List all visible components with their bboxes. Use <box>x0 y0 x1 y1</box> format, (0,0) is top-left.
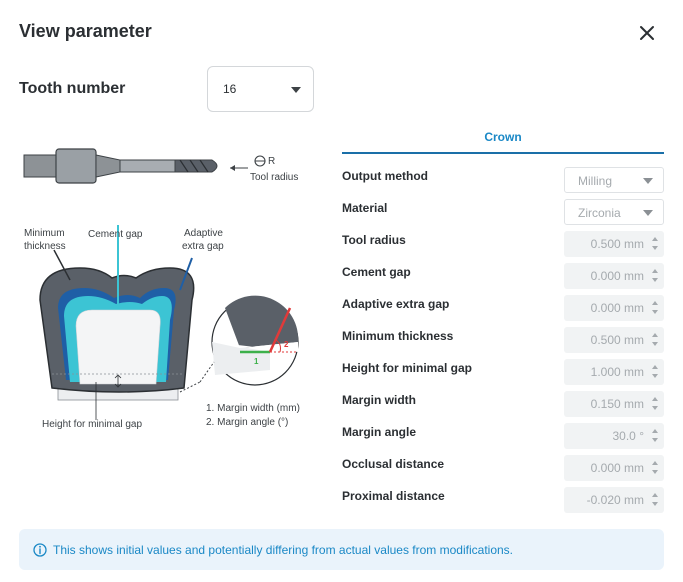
tool-radius-label: Tool radius <box>342 233 406 247</box>
margin-angle-value: 30.0 ° <box>612 429 645 443</box>
detail-label-1: 1 <box>254 357 259 366</box>
dialog-title: View parameter <box>19 21 152 41</box>
height-minimal-gap-label: Height for minimal gap <box>342 361 473 375</box>
tooth-number-select[interactable]: 16 <box>207 66 314 112</box>
tooth-number-label: Tooth number <box>19 80 126 97</box>
cement-gap-label: Cement gap <box>342 265 411 279</box>
min-thickness-caption-1: Minimum <box>24 228 65 239</box>
spin-up-icon[interactable] <box>652 333 658 337</box>
occlusal-distance-input[interactable]: 0.000 mm <box>564 455 664 481</box>
output-method-value: Milling <box>578 174 613 188</box>
info-banner: This shows initial values and potentiall… <box>19 529 664 570</box>
milling-tool-icon <box>23 148 266 184</box>
spin-down-icon[interactable] <box>652 310 658 314</box>
chevron-down-icon <box>643 210 653 216</box>
spin-up-icon[interactable] <box>652 237 658 241</box>
adaptive-extra-gap-input[interactable]: 0.000 mm <box>564 295 664 321</box>
adaptive-gap-caption-2: extra gap <box>182 241 224 252</box>
height-minimal-gap-input[interactable]: 1.000 mm <box>564 359 664 385</box>
param-row-margin-width: Margin width 0.150 mm <box>342 391 664 417</box>
height-minimal-gap-value: 1.000 mm <box>590 365 644 379</box>
output-method-label: Output method <box>342 169 428 183</box>
adaptive-gap-caption-1: Adaptive <box>184 228 223 239</box>
minimum-thickness-value: 0.500 mm <box>590 333 644 347</box>
close-button[interactable] <box>636 22 658 44</box>
tool-radius-symbol: R <box>268 156 276 167</box>
spin-down-icon[interactable] <box>652 278 658 282</box>
occlusal-distance-value: 0.000 mm <box>590 461 644 475</box>
tab-crown[interactable]: Crown <box>342 122 664 154</box>
spin-down-icon[interactable] <box>652 502 658 506</box>
margin-detail-icon <box>179 295 299 393</box>
spin-up-icon[interactable] <box>652 269 658 273</box>
tool-radius-value: 0.500 mm <box>590 237 644 251</box>
param-row-proximal-distance: Proximal distance -0.020 mm <box>342 487 664 513</box>
adaptive-extra-gap-value: 0.000 mm <box>590 301 644 315</box>
spin-up-icon[interactable] <box>652 397 658 401</box>
material-label: Material <box>342 201 388 215</box>
spin-up-icon[interactable] <box>652 301 658 305</box>
proximal-distance-value: -0.020 mm <box>586 493 644 507</box>
tool-radius-caption: Tool radius <box>250 172 299 183</box>
param-row-height-minimal-gap: Height for minimal gap 1.000 mm <box>342 359 664 385</box>
margin-width-note: 1. Margin width (mm) <box>206 403 300 414</box>
tooth-number-value: 16 <box>223 82 237 96</box>
cement-gap-input[interactable]: 0.000 mm <box>564 263 664 289</box>
spin-down-icon[interactable] <box>652 374 658 378</box>
close-icon[interactable] <box>636 22 658 44</box>
param-row-tool-radius: Tool radius 0.500 mm <box>342 231 664 257</box>
param-row-occlusal-distance: Occlusal distance 0.000 mm <box>342 455 664 481</box>
material-select[interactable]: Zirconia <box>564 199 664 225</box>
margin-width-input[interactable]: 0.150 mm <box>564 391 664 417</box>
param-row-material: Material Zirconia <box>342 199 664 225</box>
detail-label-2: 2 <box>284 340 289 349</box>
proximal-distance-input[interactable]: -0.020 mm <box>564 487 664 513</box>
chevron-down-icon <box>643 178 653 184</box>
param-row-minimum-thickness: Minimum thickness 0.500 mm <box>342 327 664 353</box>
spin-down-icon[interactable] <box>652 246 658 250</box>
spin-up-icon[interactable] <box>652 429 658 433</box>
parameter-illustration: R Tool radius Minimum thickness Cement g… <box>0 130 330 450</box>
spin-down-icon[interactable] <box>652 438 658 442</box>
margin-angle-label: Margin angle <box>342 425 417 439</box>
param-row-adaptive-extra-gap: Adaptive extra gap 0.000 mm <box>342 295 664 321</box>
param-row-cement-gap: Cement gap 0.000 mm <box>342 263 664 289</box>
spin-down-icon[interactable] <box>652 342 658 346</box>
spin-down-icon[interactable] <box>652 470 658 474</box>
margin-width-label: Margin width <box>342 393 416 407</box>
param-row-margin-angle: Margin angle 30.0 ° <box>342 423 664 449</box>
spin-up-icon[interactable] <box>652 461 658 465</box>
info-text: This shows initial values and potentiall… <box>53 543 513 557</box>
cement-gap-value: 0.000 mm <box>590 269 644 283</box>
material-value: Zirconia <box>578 206 621 220</box>
info-icon <box>33 543 47 557</box>
spin-down-icon[interactable] <box>652 406 658 410</box>
margin-angle-input[interactable]: 30.0 ° <box>564 423 664 449</box>
cement-gap-caption: Cement gap <box>88 229 143 240</box>
proximal-distance-label: Proximal distance <box>342 489 445 503</box>
minimum-thickness-label: Minimum thickness <box>342 329 454 343</box>
min-thickness-caption-2: thickness <box>24 241 66 252</box>
minimum-thickness-input[interactable]: 0.500 mm <box>564 327 664 353</box>
chevron-down-icon <box>291 87 301 93</box>
crown-icon <box>39 225 195 420</box>
spin-up-icon[interactable] <box>652 493 658 497</box>
adaptive-extra-gap-label: Adaptive extra gap <box>342 297 450 311</box>
occlusal-distance-label: Occlusal distance <box>342 457 445 471</box>
margin-width-value: 0.150 mm <box>590 397 644 411</box>
spin-up-icon[interactable] <box>652 365 658 369</box>
output-method-select[interactable]: Milling <box>564 167 664 193</box>
height-minimal-gap-caption: Height for minimal gap <box>42 419 143 430</box>
param-row-output-method: Output method Milling <box>342 167 664 193</box>
tool-radius-input[interactable]: 0.500 mm <box>564 231 664 257</box>
margin-angle-note: 2. Margin angle (°) <box>206 417 289 428</box>
